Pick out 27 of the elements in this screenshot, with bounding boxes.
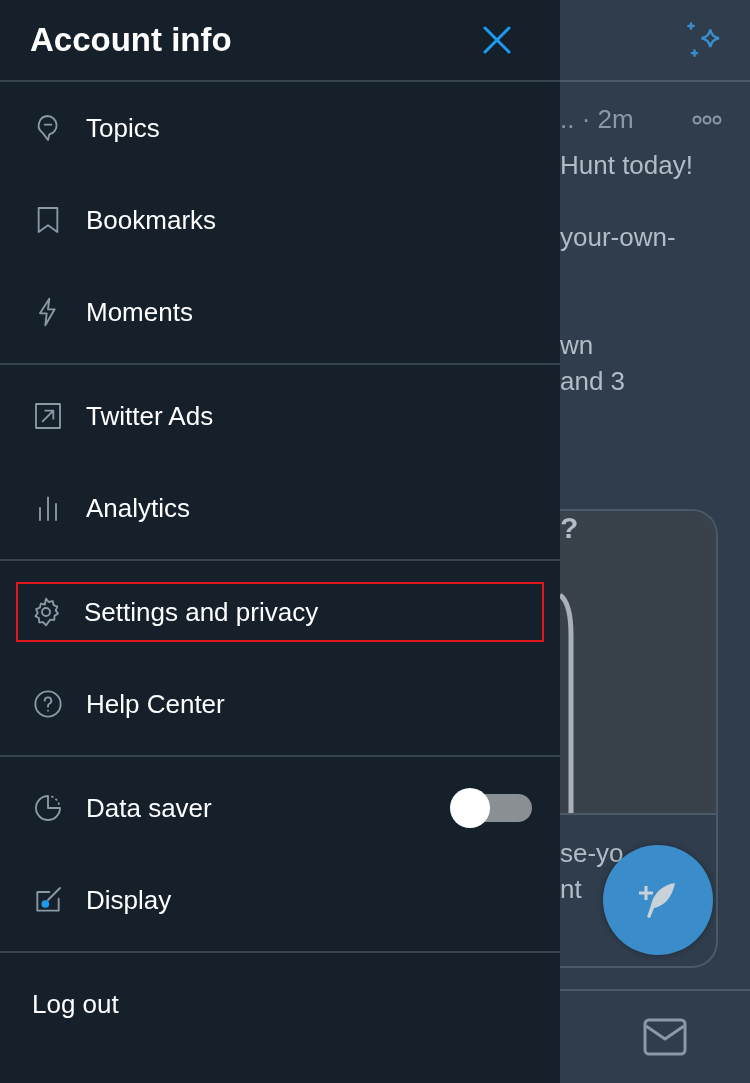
close-button[interactable]	[482, 25, 512, 55]
tweet-text: your-own-	[560, 221, 676, 253]
pie-chart-icon	[32, 792, 64, 824]
menu-item[interactable]: Log out	[30, 974, 532, 1034]
menu-item[interactable]: Help Center	[30, 674, 532, 734]
menu-item[interactable]: Data saver	[30, 778, 428, 838]
tweet-meta: .. · 2m	[560, 104, 634, 135]
menu-item[interactable]: Display	[30, 870, 532, 930]
menu-item[interactable]: Analytics	[30, 478, 532, 538]
drawer-title: Account info	[30, 21, 232, 59]
link-card[interactable]: ? se-yo nt	[560, 509, 718, 968]
menu-item[interactable]: Topics	[30, 98, 532, 158]
menu-item[interactable]: Moments	[30, 282, 532, 342]
mail-icon[interactable]	[643, 1018, 687, 1056]
card-text: se-yo	[560, 837, 624, 869]
card-text: nt	[560, 873, 582, 905]
toggle-switch[interactable]	[450, 788, 532, 828]
tweet-text: Hunt today!	[560, 149, 693, 181]
more-icon[interactable]	[692, 114, 722, 125]
menu-item[interactable]: Twitter Ads	[30, 386, 532, 446]
tweet-text: and 3	[560, 365, 626, 397]
menu-item[interactable]: Bookmarks	[30, 190, 532, 250]
help-icon	[32, 688, 64, 720]
highlighted-menu-item[interactable]: Settings and privacy	[16, 582, 544, 642]
arrow-box-icon	[32, 400, 64, 432]
tweet-text: wn	[560, 329, 594, 361]
card-heading: ?	[560, 511, 579, 545]
